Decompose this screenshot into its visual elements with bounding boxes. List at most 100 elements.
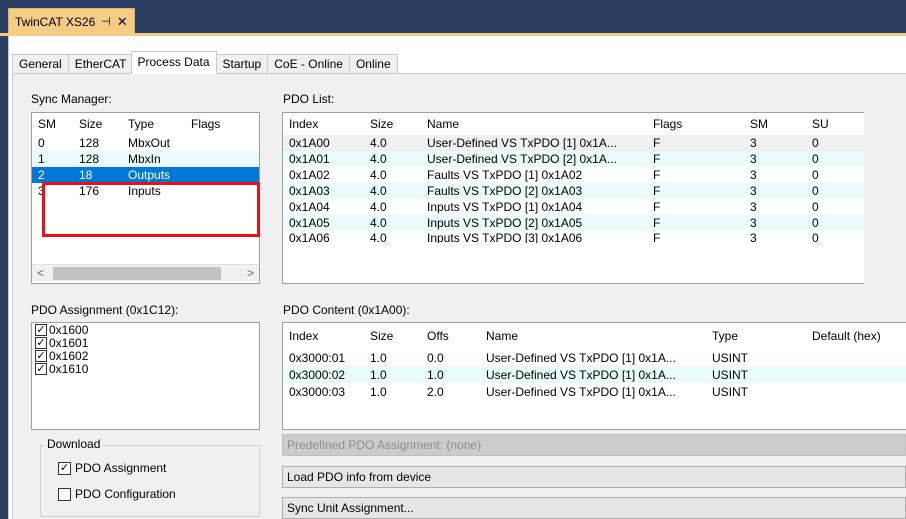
scroll-left-icon[interactable]: < (32, 266, 49, 280)
cell-sm: 3 (750, 231, 757, 243)
table-row[interactable]: 0x1A04 4.0 Inputs VS TxPDO [1] 0x1A04 F … (283, 199, 864, 215)
table-row[interactable]: 0x1A06 4.0 Inputs VS TxPDO [3] 0x1A06 F … (283, 231, 864, 243)
column-header-size[interactable]: Size (364, 117, 421, 131)
tab-process-data[interactable]: Process Data (130, 51, 217, 74)
tab-online[interactable]: Online (348, 54, 398, 74)
cell-type: USINT (712, 350, 748, 365)
pdo-content-label: PDO Content (0x1A00): (283, 303, 410, 317)
pdo-assignment-list[interactable]: ✓ 0x1600 ✓ 0x1601 ✓ 0x1602 ✓ 0x1610 (31, 322, 260, 430)
table-row[interactable]: 0x1A02 4.0 Faults VS TxPDO [1] 0x1A02 F … (283, 167, 864, 183)
cell-index: 0x1A00 (289, 136, 330, 150)
sync-manager-hscrollbar[interactable]: < > (32, 264, 259, 281)
column-header-sm[interactable]: SM (744, 117, 806, 131)
checkbox-unchecked-icon[interactable] (58, 487, 71, 501)
checkbox-checked-icon[interactable]: ✓ (35, 323, 47, 336)
cell-size: 1.0 (370, 384, 387, 399)
scroll-right-icon[interactable]: > (242, 266, 259, 280)
tab-coe-online[interactable]: CoE - Online (267, 54, 350, 74)
tab-ethercat[interactable]: EtherCAT (67, 54, 134, 74)
pdo-content-header: Index Size Offs Name Type Default (hex) (283, 323, 906, 349)
cell-sm: 3 (750, 184, 757, 198)
scrollbar-thumb[interactable] (53, 266, 221, 280)
cell-name: User-Defined VS TxPDO [1] 0x1A... (486, 350, 676, 365)
column-header-sm[interactable]: SM (32, 117, 73, 131)
list-item[interactable]: ✓ 0x1602 (32, 348, 259, 363)
cell-sm: 3 (750, 152, 757, 166)
table-row[interactable]: 0x3000:03 1.0 2.0 User-Defined VS TxPDO … (283, 383, 906, 400)
table-row[interactable]: 1 128 MbxIn (32, 151, 259, 167)
pdo-assignment-label: PDO Assignment (0x1C12): (31, 303, 179, 317)
list-item-label: 0x1602 (49, 348, 89, 363)
cell-type: Outputs (128, 168, 171, 182)
sync-manager-header: SM Size Type Flags (32, 113, 259, 135)
sync-unit-assignment-button[interactable]: Sync Unit Assignment... (282, 497, 906, 519)
column-header-index[interactable]: Index (283, 117, 364, 131)
table-row[interactable]: 0x1A01 4.0 User-Defined VS TxPDO [2] 0x1… (283, 151, 864, 167)
column-header-size[interactable]: Size (364, 329, 421, 343)
column-header-size[interactable]: Size (73, 117, 122, 131)
table-row[interactable]: 0x1A00 4.0 User-Defined VS TxPDO [1] 0x1… (283, 135, 864, 151)
cell-size: 4.0 (370, 168, 387, 182)
checkbox-checked-icon[interactable]: ✓ (35, 336, 47, 349)
table-row[interactable]: 0 128 MbxOut (32, 135, 259, 151)
cell-index: 0x1A04 (289, 200, 330, 214)
checkbox-checked-icon[interactable]: ✓ (58, 461, 71, 475)
list-item[interactable]: ✓ 0x1610 (32, 362, 259, 376)
list-item[interactable]: ✓ 0x1600 (32, 322, 259, 337)
predefined-pdo-assignment-button[interactable]: Predefined PDO Assignment: (none) (282, 434, 906, 456)
document-tab[interactable]: TwinCAT XS26 ⊣ ✕ (8, 8, 135, 34)
cell-type: MbxOut (128, 136, 171, 150)
pin-icon[interactable]: ⊣ (101, 15, 111, 28)
list-item-label: 0x1600 (49, 322, 89, 337)
column-header-su[interactable]: SU (806, 117, 856, 131)
cell-flags: F (653, 231, 661, 243)
cell-flags: F (653, 152, 661, 166)
cell-flags: F (653, 136, 661, 150)
sync-manager-label: Sync Manager: (31, 92, 112, 106)
table-row[interactable]: 0x1A03 4.0 Faults VS TxPDO [2] 0x1A03 F … (283, 183, 864, 199)
table-row[interactable]: 0x3000:01 1.0 0.0 User-Defined VS TxPDO … (283, 349, 906, 366)
column-header-type[interactable]: Type (706, 329, 806, 343)
column-header-flags[interactable]: Flags (647, 117, 744, 131)
cell-type: USINT (712, 367, 748, 382)
tab-startup[interactable]: Startup (215, 54, 269, 74)
column-header-offs[interactable]: Offs (421, 329, 480, 343)
cell-su: 0 (812, 231, 819, 243)
cell-size: 4.0 (370, 184, 387, 198)
column-header-type[interactable]: Type (122, 117, 185, 131)
column-header-default[interactable]: Default (hex) (806, 329, 906, 343)
table-row[interactable]: 0x1A05 4.0 Inputs VS TxPDO [2] 0x1A05 F … (283, 215, 864, 231)
cell-name: Inputs VS TxPDO [2] 0x1A05 (427, 216, 583, 230)
column-header-flags[interactable]: Flags (185, 117, 245, 131)
pdo-assignment-checkbox[interactable]: ✓ PDO Assignment (58, 461, 166, 475)
cell-size: 4.0 (370, 216, 387, 230)
cell-flags: F (653, 200, 661, 214)
pdo-list[interactable]: Index Size Name Flags SM SU 0x1A00 4.0 U… (282, 112, 864, 284)
checkbox-label: PDO Assignment (75, 461, 167, 475)
tab-general[interactable]: General (12, 54, 69, 74)
cell-sm: 3 (750, 168, 757, 182)
cell-name: Faults VS TxPDO [2] 0x1A03 (427, 184, 583, 198)
download-legend: Download (44, 437, 104, 451)
cell-size: 1.0 (370, 350, 387, 365)
table-row-selected[interactable]: 2 18 Outputs (32, 167, 259, 183)
highlight-box (42, 182, 260, 237)
checkbox-checked-icon[interactable]: ✓ (35, 349, 47, 362)
load-pdo-info-button[interactable]: Load PDO info from device (282, 466, 906, 488)
cell-size: 1.0 (370, 367, 387, 382)
pdo-content-list[interactable]: Index Size Offs Name Type Default (hex) … (282, 322, 906, 430)
cell-offs: 2.0 (427, 384, 444, 399)
column-header-name[interactable]: Name (421, 117, 647, 131)
checkbox-checked-icon[interactable]: ✓ (35, 362, 47, 375)
cell-size: 4.0 (370, 231, 387, 243)
close-icon[interactable]: ✕ (117, 14, 128, 30)
pdo-configuration-checkbox[interactable]: PDO Configuration (58, 487, 176, 501)
column-header-name[interactable]: Name (480, 329, 706, 343)
column-header-index[interactable]: Index (283, 329, 364, 343)
cell-name: Faults VS TxPDO [1] 0x1A02 (427, 168, 583, 182)
cell-name: Inputs VS TxPDO [1] 0x1A04 (427, 200, 583, 214)
list-item[interactable]: ✓ 0x1601 (32, 336, 259, 350)
table-row[interactable]: 0x3000:02 1.0 1.0 User-Defined VS TxPDO … (283, 366, 906, 383)
cell-sm: 3 (750, 200, 757, 214)
cell-su: 0 (812, 136, 819, 150)
